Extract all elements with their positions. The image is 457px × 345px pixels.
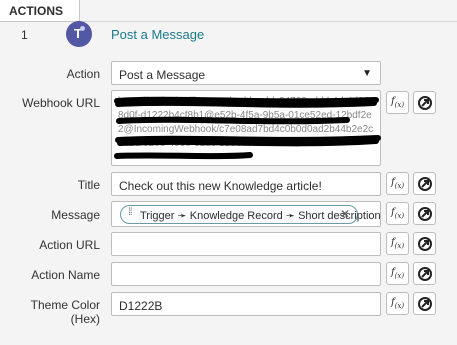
- function-icon: f(x): [390, 207, 405, 220]
- message-input[interactable]: ⁞⁞ Trigger ➛ Knowledge Record ➛ Short de…: [111, 201, 381, 227]
- action-name-input[interactable]: [111, 262, 381, 286]
- theme-color-pill-button[interactable]: [413, 292, 436, 315]
- divider: [80, 21, 457, 22]
- section-title: ACTIONS: [9, 4, 63, 18]
- message-fx-button[interactable]: f(x): [386, 202, 409, 225]
- data-pill-picker-icon: [418, 207, 432, 221]
- teams-icon: T: [66, 21, 92, 47]
- title-pill-button[interactable]: [413, 172, 436, 195]
- drag-handle-icon: ⁞⁞: [128, 207, 132, 218]
- function-icon: f(x): [390, 297, 405, 310]
- step-number: 1: [21, 28, 28, 42]
- webhook-url-textarea[interactable]: https://outlook.office.com/webhook/c2470…: [111, 90, 381, 166]
- webhook-url-label: Webhook URL: [22, 96, 100, 110]
- action-url-input[interactable]: [111, 232, 381, 256]
- title-input[interactable]: Check out this new Knowledge article!: [111, 172, 381, 196]
- redaction-scribble: [114, 96, 381, 160]
- data-pill-picker-icon: [418, 267, 432, 281]
- theme-color-value: D1222B: [119, 299, 163, 313]
- data-pill-picker-icon: [418, 237, 432, 251]
- action-name-label: Action Name: [31, 268, 100, 282]
- title-input-value: Check out this new Knowledge article!: [119, 179, 322, 193]
- action-name-pill-button[interactable]: [413, 262, 436, 285]
- action-name-fx-button[interactable]: f(x): [386, 262, 409, 285]
- action-label: Action: [66, 67, 100, 81]
- function-icon: f(x): [390, 237, 405, 250]
- title-fx-button[interactable]: f(x): [386, 172, 409, 195]
- webhook-url-fx-button[interactable]: f(x): [386, 91, 409, 114]
- theme-color-label: Theme Color (Hex): [30, 298, 100, 326]
- action-url-fx-button[interactable]: f(x): [386, 232, 409, 255]
- action-url-pill-button[interactable]: [413, 232, 436, 255]
- function-icon: f(x): [390, 96, 405, 109]
- chevron-down-icon: ▼: [362, 68, 372, 79]
- message-label: Message: [51, 208, 100, 222]
- action-url-label: Action URL: [39, 238, 100, 252]
- theme-color-fx-button[interactable]: f(x): [386, 292, 409, 315]
- theme-color-input[interactable]: D1222B: [111, 292, 381, 316]
- webhook-url-pill-button[interactable]: [413, 91, 436, 114]
- action-select-value: Post a Message: [119, 68, 206, 82]
- data-pill-picker-icon: [418, 177, 432, 191]
- data-pill-picker-icon: [418, 96, 432, 110]
- function-icon: f(x): [390, 267, 405, 280]
- function-icon: f(x): [390, 177, 405, 190]
- step-title[interactable]: Post a Message: [111, 27, 204, 42]
- data-pill-picker-icon: [418, 297, 432, 311]
- action-select[interactable]: Post a Message ▼: [111, 61, 381, 85]
- title-label: Title: [77, 178, 100, 192]
- close-icon[interactable]: ✕: [340, 207, 350, 221]
- message-pill-button[interactable]: [413, 202, 436, 225]
- actions-section-tab: ACTIONS: [0, 0, 80, 22]
- data-pill[interactable]: ⁞⁞ Trigger ➛ Knowledge Record ➛ Short de…: [120, 205, 381, 224]
